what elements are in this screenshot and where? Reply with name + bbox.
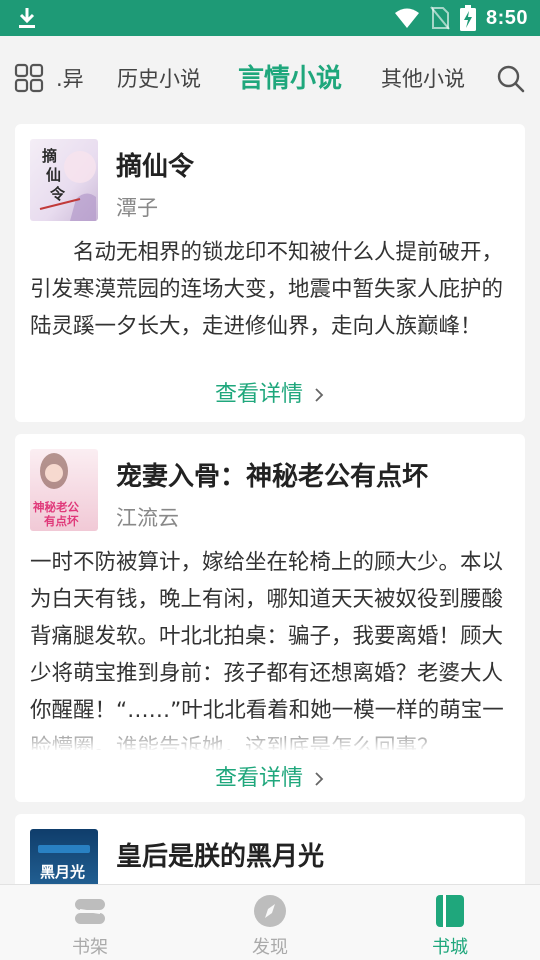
compass-icon <box>254 895 286 927</box>
nav-bookshelf[interactable]: 书架 <box>0 885 180 960</box>
book-card[interactable]: 摘仙令 摘仙令 潭子 名动无相界的锁龙印不知被什么人提前破开，引发寒漠荒园的连场… <box>15 124 525 422</box>
category-tabs: .异 历史小说 言情小说 其他小说 <box>0 36 540 122</box>
book-author: 潭子 <box>116 196 158 220</box>
status-bar: 8:50 <box>0 0 540 36</box>
book-store-icon <box>436 895 464 927</box>
nav-bookshelf-label: 书架 <box>72 937 108 958</box>
bottom-navigation: 书架 发现 书城 <box>0 884 540 960</box>
chevron-right-icon <box>315 388 324 402</box>
book-title[interactable]: 皇后是朕的黑月光 <box>116 836 324 873</box>
book-description: 名动无相界的锁龙印不知被什么人提前破开，引发寒漠荒园的连场大变，地震中暂失家人庇… <box>30 234 512 368</box>
no-sim-icon <box>430 6 450 30</box>
book-card[interactable]: 黑月光 皇后是朕的黑月光 <box>15 814 525 894</box>
tab-history-novels[interactable]: 历史小说 <box>117 36 201 122</box>
view-details-link[interactable]: 查看详情 <box>15 376 525 408</box>
book-description: 一时不防被算计，嫁给坐在轮椅上的顾大少。本以为白天有钱，晚上有闲，哪知道天天被奴… <box>30 544 512 750</box>
nav-discover-label: 发现 <box>252 937 288 958</box>
wifi-icon <box>394 8 419 28</box>
download-icon <box>19 8 35 28</box>
view-details-label[interactable]: 查看详情 <box>215 766 303 791</box>
book-cover[interactable]: 摘仙令 <box>30 139 98 221</box>
tab-other-novels[interactable]: 其他小说 <box>381 36 465 122</box>
book-description-text: 名动无相界的锁龙印不知被什么人提前破开，引发寒漠荒园的连场大变，地震中暂失家人庇… <box>30 240 504 339</box>
view-details-label[interactable]: 查看详情 <box>215 382 303 407</box>
nav-discover[interactable]: 发现 <box>180 885 360 960</box>
book-author: 江流云 <box>116 506 179 530</box>
status-icons: 8:50 <box>394 0 528 36</box>
book-description-text: 一时不防被算计，嫁给坐在轮椅上的顾大少。本以为白天有钱，晚上有闲，哪知道天天被奴… <box>30 550 504 750</box>
chevron-right-icon <box>315 772 324 786</box>
status-time: 8:50 <box>485 6 528 29</box>
book-title[interactable]: 宠妻入骨：神秘老公有点坏 <box>116 456 428 493</box>
book-cover[interactable]: 神秘老公有点坏 <box>30 449 98 531</box>
book-card[interactable]: 神秘老公有点坏 宠妻入骨：神秘老公有点坏 江流云 一时不防被算计，嫁给坐在轮椅上… <box>15 434 525 802</box>
tab-partial[interactable]: .异 <box>56 36 84 122</box>
tab-romance-novels[interactable]: 言情小说 <box>238 36 342 122</box>
nav-bookstore-label: 书城 <box>432 937 468 958</box>
search-icon[interactable] <box>496 64 526 94</box>
nav-bookstore[interactable]: 书城 <box>360 885 540 960</box>
cover-title-text: 黑月光 <box>40 863 85 881</box>
bookshelf-icon <box>75 899 105 924</box>
battery-charging-icon <box>459 5 476 31</box>
book-title[interactable]: 摘仙令 <box>116 146 194 183</box>
grid-icon[interactable] <box>14 63 44 93</box>
view-details-link[interactable]: 查看详情 <box>15 760 525 792</box>
